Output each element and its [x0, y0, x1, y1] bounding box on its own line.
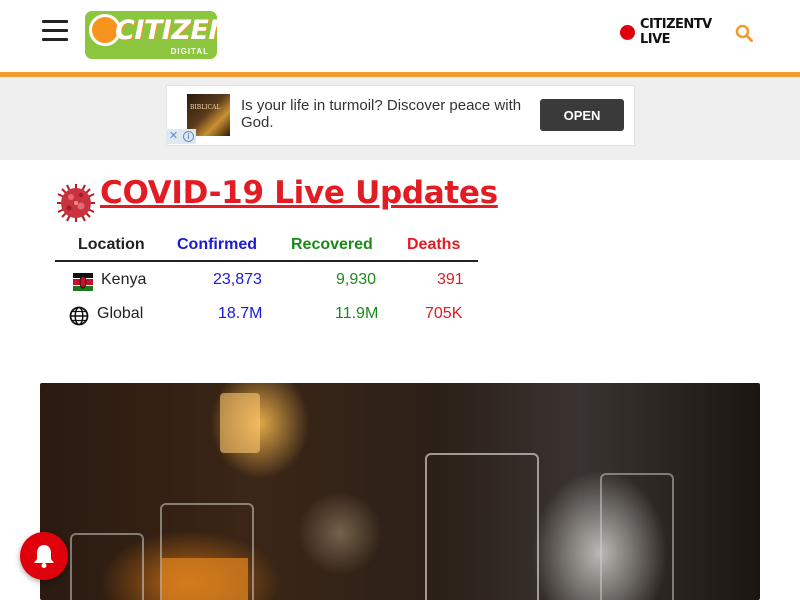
glass-liquid-left — [162, 558, 248, 600]
bell-icon — [34, 545, 54, 568]
hero-image-whiskey-glasses[interactable] — [40, 383, 760, 600]
row-kenya-confirmed: 23,873 — [213, 271, 262, 288]
hamburger-menu-icon[interactable] — [42, 20, 68, 42]
glass-shape-far-right — [600, 473, 674, 600]
ad-text: Is your life in turmoil? Discover peace … — [241, 97, 522, 131]
kenya-flag-icon — [73, 273, 93, 291]
covid-updates-title-link[interactable]: COVID-19 Live Updates — [100, 175, 498, 211]
row-global-deaths: 705K — [425, 305, 463, 322]
citizen-digital-logo[interactable]: CITIZEN DIGITAL — [85, 11, 217, 59]
row-kenya-recovered: 9,930 — [336, 271, 377, 288]
notification-bell-button[interactable] — [20, 532, 68, 580]
site-header: CITIZEN DIGITAL CITIZENTV LIVE — [0, 0, 800, 77]
table-header-divider — [55, 260, 478, 262]
glass-shape-far-left — [70, 533, 144, 600]
column-header-confirmed: Confirmed — [177, 236, 257, 253]
column-header-location: Location — [78, 236, 145, 253]
search-icon[interactable] — [735, 24, 753, 42]
logo-subtext: DIGITAL — [170, 47, 209, 56]
ad-thumbnail-text: BIBLICAL — [190, 104, 221, 111]
row-kenya-location: Kenya — [101, 271, 147, 288]
ad-card[interactable]: BIBLICAL Is your life in turmoil? Discov… — [166, 85, 635, 146]
logo-text: CITIZEN — [115, 15, 217, 46]
row-global-confirmed: 18.7M — [218, 305, 263, 322]
ad-banner-area: BIBLICAL Is your life in turmoil? Discov… — [0, 77, 800, 160]
row-kenya-deaths: 391 — [437, 271, 464, 288]
globe-icon — [69, 306, 89, 326]
live-dot-icon[interactable] — [620, 25, 635, 40]
row-global-recovered: 11.9M — [335, 305, 379, 322]
coronavirus-icon — [57, 184, 95, 222]
row-global-location: Global — [97, 305, 144, 322]
ad-info-glyph: i — [183, 131, 194, 142]
column-header-deaths: Deaths — [407, 236, 461, 253]
ad-close-icon[interactable]: ✕ — [166, 129, 181, 144]
citizentv-live-link[interactable]: CITIZENTV LIVE — [640, 17, 720, 47]
bottle-highlight — [220, 393, 260, 453]
glass-shape-right — [425, 453, 539, 600]
ad-open-button[interactable]: OPEN — [540, 99, 624, 131]
column-header-recovered: Recovered — [291, 236, 373, 253]
ad-info-icon[interactable]: i — [181, 129, 196, 144]
